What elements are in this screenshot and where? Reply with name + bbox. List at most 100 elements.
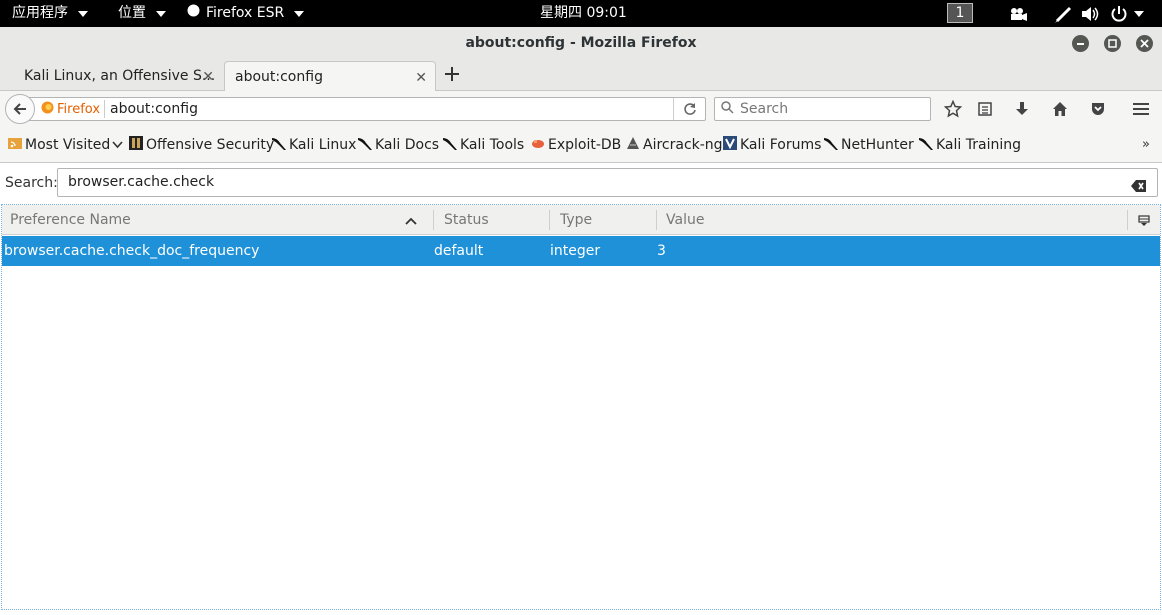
column-separator[interactable] (549, 210, 550, 230)
bookmark-star-button[interactable] (943, 99, 963, 119)
column-header-value[interactable]: Value (658, 205, 1126, 235)
bookmark-exploit-db[interactable]: Exploit-DB (530, 136, 621, 154)
kali-dragon-icon (823, 135, 839, 155)
kali-dragon-icon (918, 135, 934, 155)
home-icon (1053, 102, 1067, 116)
bookmark-label: Aircrack-ng (643, 137, 723, 153)
star-icon (944, 100, 962, 118)
maximize-button[interactable] (1104, 35, 1121, 52)
window-title: about:config - Mozilla Firefox (465, 35, 697, 51)
download-arrow-icon (1016, 102, 1028, 115)
applications-menu[interactable]: 应用程序 (12, 0, 88, 27)
clear-filter-icon[interactable] (1131, 176, 1147, 203)
bookmark-kali-docs[interactable]: Kali Docs (357, 136, 439, 154)
column-header-type[interactable]: Type (552, 205, 656, 235)
bookmark-label: Offensive Security (146, 137, 275, 153)
bookmark-label: Kali Docs (375, 137, 440, 153)
column-label: Type (560, 212, 593, 228)
cell-value: 3 (657, 243, 666, 259)
pocket-icon (1092, 103, 1104, 115)
bookmark-offensive-security[interactable]: Offensive Security (128, 136, 274, 154)
bookmark-kali-tools[interactable]: Kali Tools (442, 136, 524, 154)
column-separator[interactable] (433, 210, 434, 230)
firefox-small-icon (187, 0, 200, 27)
column-header-status[interactable]: Status (436, 205, 550, 235)
clock[interactable]: 星期四 09:01 (540, 0, 627, 27)
firefox-logo-icon (41, 101, 54, 118)
column-separator[interactable] (1127, 210, 1128, 230)
back-button[interactable] (5, 94, 35, 124)
bookmarks-menu-button[interactable] (975, 99, 995, 119)
bookmark-label: Kali Linux (289, 137, 357, 153)
bookmark-kali-training[interactable]: Kali Training (918, 136, 1021, 154)
back-arrow-icon (13, 103, 26, 115)
pen-tool-icon[interactable] (1055, 4, 1073, 23)
applications-label: 应用程序 (12, 5, 68, 21)
workspace-indicator[interactable]: 1 (947, 3, 973, 23)
column-label: Value (666, 212, 705, 228)
close-icon[interactable]: ✕ (415, 70, 427, 86)
system-top-bar: 应用程序 位置 Firefox ESR 星期四 09:01 1 (0, 0, 1162, 27)
preferences-tree[interactable]: Preference Name Status Type Value browse… (1, 204, 1161, 610)
cell-type: integer (550, 243, 601, 259)
tab-label: about:config (235, 68, 323, 85)
bookmark-label: Most Visited (25, 137, 111, 153)
bookmark-kali-linux[interactable]: Kali Linux (271, 136, 356, 154)
minimize-button[interactable] (1072, 35, 1089, 52)
places-label: 位置 (118, 5, 146, 21)
search-bar[interactable]: Search (714, 97, 931, 121)
chevron-down-icon (112, 137, 123, 153)
bookmarks-overflow-icon[interactable]: » (1142, 137, 1150, 152)
places-menu[interactable]: 位置 (118, 0, 166, 27)
chevron-down-icon (156, 10, 166, 17)
reload-button[interactable] (673, 98, 705, 120)
hamburger-icon (1133, 103, 1149, 115)
downloads-button[interactable] (1012, 99, 1032, 119)
chevron-down-icon (78, 10, 88, 17)
close-window-button[interactable] (1136, 35, 1153, 52)
kali-dragon-icon (442, 135, 458, 155)
site-identity[interactable]: Firefox (41, 100, 106, 118)
home-button[interactable] (1050, 99, 1070, 119)
offensive-security-icon (128, 135, 144, 155)
column-separator[interactable] (656, 210, 657, 230)
bookmark-nethunter[interactable]: NetHunter (823, 136, 914, 154)
bookmark-label: NetHunter (841, 137, 914, 153)
search-label: Search: (5, 175, 58, 191)
search-icon (721, 100, 734, 118)
pocket-button[interactable] (1088, 99, 1108, 119)
volume-icon[interactable] (1081, 4, 1101, 23)
table-row[interactable]: browser.cache.check_doc_frequency defaul… (2, 236, 1160, 266)
plus-icon (445, 67, 459, 81)
column-header-preference-name[interactable]: Preference Name (2, 205, 432, 235)
about-config-page: Search: browser.cache.check Preference N… (0, 163, 1162, 615)
filter-input[interactable]: browser.cache.check (57, 168, 1158, 197)
column-picker-icon[interactable] (1138, 214, 1150, 230)
tab-kali-linux[interactable]: Kali Linux, an Offensive S... ✕ (14, 61, 222, 91)
exploit-db-icon (530, 135, 546, 155)
power-icon[interactable] (1110, 4, 1144, 23)
bookmark-aircrack-ng[interactable]: Aircrack-ng (625, 136, 723, 154)
app-menu[interactable]: Firefox ESR (187, 0, 305, 27)
sort-ascending-icon (405, 206, 417, 236)
bookmarks-list-icon (978, 102, 992, 116)
tab-about-config[interactable]: about:config ✕ (224, 61, 436, 91)
app-menu-label: Firefox ESR (206, 5, 285, 21)
bookmark-most-visited[interactable]: Most Visited (7, 136, 123, 154)
reload-icon (683, 103, 696, 115)
new-tab-button[interactable] (444, 63, 460, 87)
open-menu-button[interactable] (1131, 99, 1151, 119)
bookmark-kali-forums[interactable]: Kali Forums (722, 136, 821, 154)
identity-label: Firefox (57, 101, 101, 117)
bookmark-label: Exploit-DB (548, 137, 622, 153)
chevron-down-icon (294, 10, 305, 17)
search-placeholder: Search (740, 101, 789, 117)
column-label: Status (444, 212, 489, 228)
close-icon[interactable]: ✕ (202, 69, 214, 85)
video-camera-icon[interactable] (1008, 4, 1028, 23)
url-text[interactable]: about:config (110, 101, 198, 117)
bookmark-label: Kali Tools (460, 137, 525, 153)
filter-value: browser.cache.check (68, 174, 215, 190)
cell-status: default (434, 243, 484, 259)
url-bar[interactable]: Firefox about:config (28, 97, 706, 121)
